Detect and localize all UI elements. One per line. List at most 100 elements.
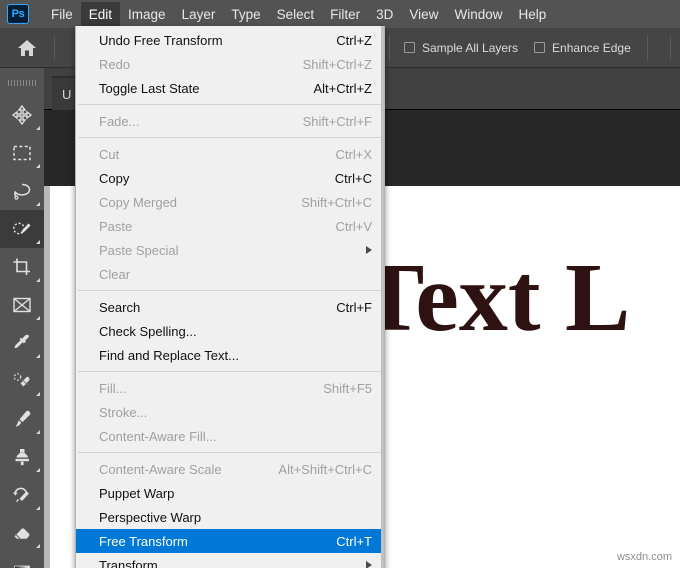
clone-stamp-tool-icon[interactable] <box>0 438 44 476</box>
tool-panel-grip[interactable] <box>8 80 36 86</box>
tool-flyout-indicator-icon <box>36 430 40 434</box>
tool-flyout-indicator-icon <box>36 316 40 320</box>
menu-item-label: Paste Special <box>99 243 179 258</box>
menu-item-clear[interactable]: Clear <box>76 262 384 286</box>
menu-item-perspective-warp[interactable]: Perspective Warp <box>76 505 384 529</box>
menu-item-label: Toggle Last State <box>99 81 199 96</box>
menu-item-fade[interactable]: Fade...Shift+Ctrl+F <box>76 109 384 133</box>
menu-item-label: Paste <box>99 219 132 234</box>
menu-item-paste[interactable]: PasteCtrl+V <box>76 214 384 238</box>
menu-item-label: Free Transform <box>99 534 188 549</box>
menu-item-redo[interactable]: Redo Shift+Ctrl+Z <box>76 52 384 76</box>
menu-item-label: Cut <box>99 147 119 162</box>
menu-item-label: Transform <box>99 558 158 568</box>
menu-item-label: Fill... <box>99 381 126 396</box>
menu-item-paste-special[interactable]: Paste Special <box>76 238 384 262</box>
tool-flyout-indicator-icon <box>36 164 40 168</box>
home-icon[interactable] <box>0 28 54 68</box>
menu-item-label: Search <box>99 300 140 315</box>
checkbox-label: Sample All Layers <box>422 41 518 55</box>
menubar-item-image[interactable]: Image <box>120 2 174 26</box>
menu-item-transform[interactable]: Transform <box>76 553 384 568</box>
checkbox-box-icon[interactable] <box>534 42 545 53</box>
menu-scroll-indicator[interactable] <box>381 26 384 568</box>
menu-item-label: Content-Aware Scale <box>99 462 222 477</box>
canvas-text-layer: Text L <box>359 242 630 354</box>
menu-item-label: Puppet Warp <box>99 486 174 501</box>
checkbox-sample-all-layers[interactable]: Sample All Layers <box>404 41 518 55</box>
submenu-chevron-right-icon <box>366 561 372 568</box>
menu-item-copy-merged[interactable]: Copy MergedShift+Ctrl+C <box>76 190 384 214</box>
lasso-tool-icon[interactable] <box>0 172 44 210</box>
menubar-item-file[interactable]: File <box>43 2 81 26</box>
photoshop-window: Ps FileEditImageLayerTypeSelectFilter3DV… <box>0 0 680 568</box>
menu-item-content-aware-fill[interactable]: Content-Aware Fill... <box>76 424 384 448</box>
brush-tool-icon[interactable] <box>0 400 44 438</box>
checkbox-box-icon[interactable] <box>404 42 415 53</box>
history-brush-tool-icon[interactable] <box>0 476 44 514</box>
menu-separator <box>78 104 382 105</box>
eyedropper-tool-icon[interactable] <box>0 324 44 362</box>
canvas-left-ruler <box>44 186 50 568</box>
menubar-item-3d[interactable]: 3D <box>368 2 401 26</box>
menu-item-search[interactable]: Search Ctrl+F <box>76 295 384 319</box>
spot-healing-brush-tool-icon[interactable] <box>0 362 44 400</box>
menu-item-shortcut: Alt+Shift+Ctrl+C <box>256 462 372 477</box>
menu-item-label: Fade... <box>99 114 139 129</box>
menubar-item-select[interactable]: Select <box>269 2 323 26</box>
menu-item-copy[interactable]: CopyCtrl+C <box>76 166 384 190</box>
menu-separator <box>78 137 382 138</box>
move-tool-icon[interactable] <box>0 96 44 134</box>
menubar-item-edit[interactable]: Edit <box>81 2 120 26</box>
menu-item-content-aware-scale[interactable]: Content-Aware Scale Alt+Shift+Ctrl+C <box>76 457 384 481</box>
menu-item-fill[interactable]: Fill... Shift+F5 <box>76 376 384 400</box>
menu-item-free-transform[interactable]: Free Transform Ctrl+T <box>76 529 384 553</box>
crop-tool-icon[interactable] <box>0 248 44 286</box>
menubar-item-filter[interactable]: Filter <box>322 2 368 26</box>
menu-item-label: Clear <box>99 267 130 282</box>
menu-item-stroke[interactable]: Stroke... <box>76 400 384 424</box>
menu-separator <box>78 371 382 372</box>
menu-item-puppet-warp[interactable]: Puppet Warp <box>76 481 384 505</box>
menu-item-shortcut: Ctrl+Z <box>314 33 372 48</box>
menubar-item-type[interactable]: Type <box>223 2 268 26</box>
menu-item-label: Redo <box>99 57 130 72</box>
photoshop-logo: Ps <box>7 4 29 24</box>
menu-separator <box>78 290 382 291</box>
menu-item-label: Stroke... <box>99 405 147 420</box>
tool-flyout-indicator-icon <box>36 506 40 510</box>
menubar-item-help[interactable]: Help <box>510 2 554 26</box>
menu-item-find-and-replace-text[interactable]: Find and Replace Text... <box>76 343 384 367</box>
menubar-item-layer[interactable]: Layer <box>174 2 224 26</box>
options-checkbox-group: Sample All Layers Enhance Edge <box>390 41 631 55</box>
quick-selection-tool-icon[interactable] <box>0 210 44 248</box>
tool-flyout-indicator-icon <box>36 278 40 282</box>
menu-item-shortcut: Shift+F5 <box>301 381 372 396</box>
tool-flyout-indicator-icon <box>36 392 40 396</box>
toolbar-divider-3 <box>647 36 648 60</box>
menu-item-shortcut: Shift+Ctrl+Z <box>281 57 372 72</box>
menu-item-label: Undo Free Transform <box>99 33 223 48</box>
eraser-tool-icon[interactable] <box>0 514 44 552</box>
checkbox-label: Enhance Edge <box>552 41 631 55</box>
rectangular-marquee-tool-icon[interactable] <box>0 134 44 172</box>
tool-flyout-indicator-icon <box>36 544 40 548</box>
menu-item-shortcut: Ctrl+X <box>314 147 372 162</box>
menu-item-cut[interactable]: Cut Ctrl+X <box>76 142 384 166</box>
menu-item-check-spelling[interactable]: Check Spelling... <box>76 319 384 343</box>
menu-item-label: Content-Aware Fill... <box>99 429 217 444</box>
watermark-label: wsxdn.com <box>617 551 672 563</box>
checkbox-enhance-edge[interactable]: Enhance Edge <box>534 41 631 55</box>
tool-panel <box>0 68 44 568</box>
menu-item-shortcut: Ctrl+T <box>314 534 372 549</box>
gradient-tool-icon[interactable] <box>0 552 44 568</box>
menubar-item-window[interactable]: Window <box>446 2 510 26</box>
menu-item-shortcut: Ctrl+F <box>314 300 372 315</box>
menubar-item-view[interactable]: View <box>401 2 446 26</box>
menu-item-undo-free-transform[interactable]: Undo Free Transform Ctrl+Z <box>76 28 384 52</box>
tool-flyout-indicator-icon <box>36 468 40 472</box>
tool-flyout-indicator-icon <box>36 126 40 130</box>
menu-item-toggle-last-state[interactable]: Toggle Last StateAlt+Ctrl+Z <box>76 76 384 100</box>
frame-tool-icon[interactable] <box>0 286 44 324</box>
toolbar-divider-4 <box>670 36 671 60</box>
